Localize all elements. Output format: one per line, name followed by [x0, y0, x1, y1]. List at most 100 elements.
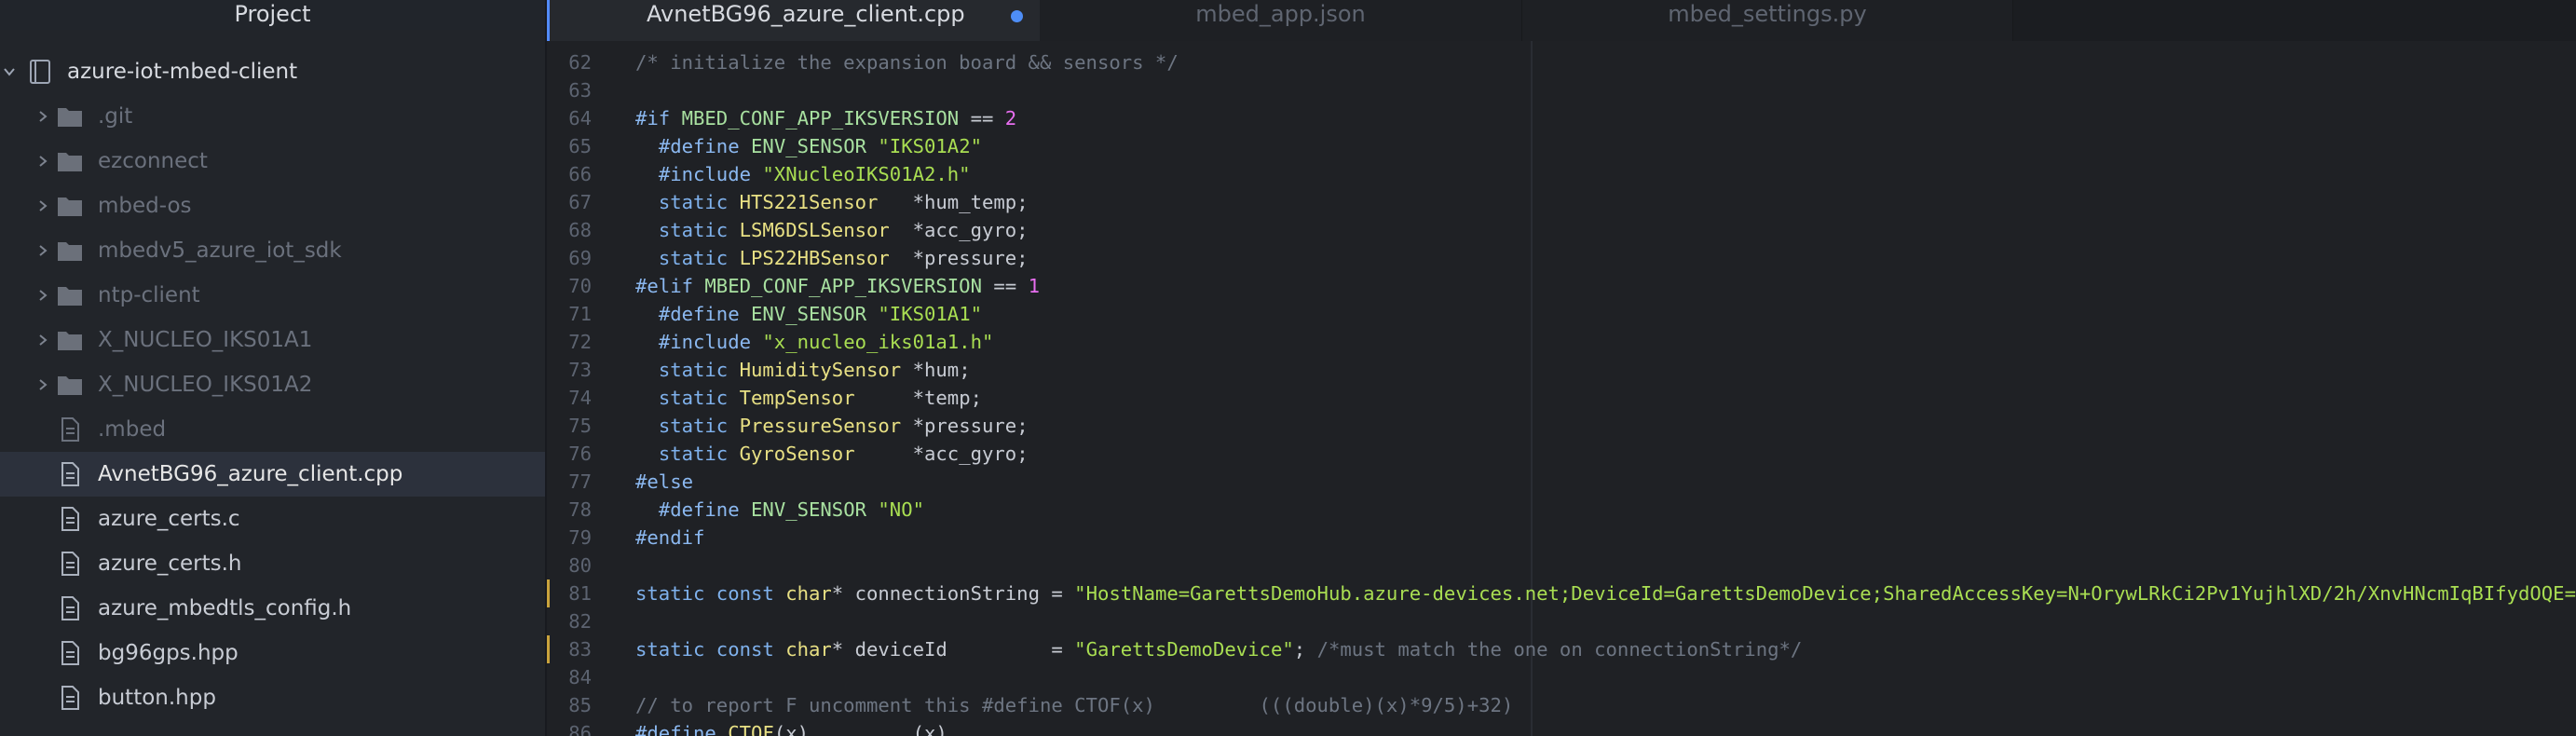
tree-folder[interactable]: mbed-os [0, 184, 545, 228]
code-text: /* initialize the expansion board && sen… [635, 48, 1179, 76]
code-line[interactable]: 71 #define ENV_SENSOR "IKS01A1" [547, 300, 2576, 328]
code-line[interactable]: 70 #elif MBED_CONF_APP_IKSVERSION == 1 [547, 272, 2576, 300]
tree-folder[interactable]: X_NUCLEO_IKS01A1 [0, 318, 545, 362]
code-line[interactable]: 78 #define ENV_SENSOR "NO" [547, 496, 2576, 524]
tree-file[interactable]: azure_mbedtls_config.h [0, 586, 545, 631]
tree-file[interactable]: .mbed [0, 407, 545, 452]
code-line[interactable]: 69 static LPS22HBSensor *pressure; [547, 244, 2576, 272]
code-token: PressureSensor [739, 415, 902, 437]
code-token: "GarettsDemoDevice" [1074, 638, 1294, 661]
code-line[interactable]: 75 static PressureSensor *pressure; [547, 412, 2576, 440]
tree-file[interactable]: bg96gps.hpp [0, 631, 545, 675]
code-text: static const char* connectionString = "H… [635, 579, 2576, 607]
code-token: 2 [1004, 107, 1017, 129]
chevron-right-icon [39, 200, 48, 211]
code-line[interactable]: 68 static LSM6DSLSensor *acc_gyro; [547, 216, 2576, 244]
code-line[interactable]: 76 static GyroSensor *acc_gyro; [547, 440, 2576, 468]
code-area[interactable]: 62 /* initialize the expansion board && s… [547, 48, 2576, 736]
code-line[interactable]: 86 #define CTOF(x) (x) [547, 719, 2576, 736]
tree-item-label: ezconnect [98, 149, 208, 173]
code-token: #define [658, 135, 752, 157]
line-number: 77 [568, 470, 592, 493]
code-text: #include "XNucleoIKS01A2.h" [635, 160, 971, 188]
tree-folder[interactable]: ntp-client [0, 273, 545, 318]
code-text: // to report F uncomment this #define CT… [635, 691, 1513, 719]
tree-item-label: mbedv5_azure_iot_sdk [98, 239, 342, 263]
code-line[interactable]: 73 static HumiditySensor *hum; [547, 356, 2576, 384]
code-line[interactable]: 84 [547, 663, 2576, 691]
code-line[interactable]: 83 static const char* deviceId = "Garetts… [547, 635, 2576, 663]
file-text-icon [61, 641, 79, 665]
tree-folder[interactable]: .git [0, 94, 545, 139]
tree-root-folder[interactable]: azure-iot-mbed-client [0, 49, 545, 94]
code-token: /* initialize the expansion board && sen… [635, 51, 1179, 74]
code-token: static [658, 415, 740, 437]
code-token: ENV_SENSOR [751, 303, 879, 325]
code-text: #if MBED_CONF_APP_IKSVERSION == 2 [635, 104, 1016, 132]
code-line[interactable]: 72 #include "x_nucleo_iks01a1.h" [547, 328, 2576, 356]
tree-file[interactable]: AvnetBG96_azure_client.cpp [0, 452, 545, 497]
code-line[interactable]: 81 static const char* connectionString = … [547, 579, 2576, 607]
tree-item-label: azure_mbedtls_config.h [98, 596, 352, 620]
code-line[interactable]: 66 #include "XNucleoIKS01A2.h" [547, 160, 2576, 188]
code-line[interactable]: 80 [547, 552, 2576, 579]
code-text: #else [635, 468, 693, 496]
tree-folder[interactable]: X_NUCLEO_IKS01A2 [0, 362, 545, 407]
sidebar-title: Project [0, 0, 545, 30]
line-number: 83 [568, 638, 592, 661]
line-number: 72 [568, 331, 592, 353]
code-token: *acc_gyro; [854, 443, 1029, 465]
tree-file[interactable]: azure_certs.h [0, 541, 545, 586]
tab-mbed-app-json[interactable]: mbed_app.json [1040, 0, 1522, 41]
code-token: static const [635, 582, 786, 605]
tab-avnetbg96-azure-client-cpp[interactable]: AvnetBG96_azure_client.cpp [547, 0, 1041, 41]
code-line[interactable]: 65 #define ENV_SENSOR "IKS01A2" [547, 132, 2576, 160]
code-token: static [658, 359, 740, 381]
code-token: #define [658, 498, 752, 521]
line-number: 78 [568, 498, 592, 521]
code-line[interactable]: 85 // to report F uncomment this #define … [547, 691, 2576, 719]
modified-dot-icon [1011, 10, 1023, 22]
code-token: #elif [635, 275, 705, 297]
code-text: static GyroSensor *acc_gyro; [635, 440, 1029, 468]
tree-folder[interactable]: ezconnect [0, 139, 545, 184]
code-line[interactable]: 64 #if MBED_CONF_APP_IKSVERSION == 2 [547, 104, 2576, 132]
chevron-right-icon [39, 290, 48, 301]
code-token: *temp; [854, 387, 982, 409]
line-number: 75 [568, 415, 592, 437]
tab-mbed-settings-py[interactable]: mbed_settings.py [1522, 0, 2013, 41]
folder-icon [58, 376, 82, 395]
code-line[interactable]: 62 /* initialize the expansion board && s… [547, 48, 2576, 76]
code-token: static [658, 443, 740, 465]
code-token: == [959, 107, 1005, 129]
code-line[interactable]: 63 [547, 76, 2576, 104]
tree-item-label: button.hpp [98, 686, 216, 710]
tree-file[interactable]: button.hpp [0, 675, 545, 720]
code-token: *acc_gyro; [889, 219, 1029, 241]
code-line[interactable]: 74 static TempSensor *temp; [547, 384, 2576, 412]
line-number: 85 [568, 694, 592, 716]
code-line[interactable]: 79 #endif [547, 524, 2576, 552]
tree-file[interactable]: azure_certs.c [0, 497, 545, 541]
code-token: static [658, 387, 740, 409]
code-token: HumiditySensor [739, 359, 902, 381]
line-number: 79 [568, 526, 592, 549]
code-text: static PressureSensor *pressure; [635, 412, 1029, 440]
code-line[interactable]: 67 static HTS221Sensor *hum_temp; [547, 188, 2576, 216]
code-text: #elif MBED_CONF_APP_IKSVERSION == 1 [635, 272, 1040, 300]
code-editor: AvnetBG96_azure_client.cpp mbed_app.json… [547, 0, 2576, 736]
code-text: #define ENV_SENSOR "IKS01A2" [635, 132, 982, 160]
code-line[interactable]: 77 #else [547, 468, 2576, 496]
code-line[interactable]: 82 [547, 607, 2576, 635]
tree-folder[interactable]: mbedv5_azure_iot_sdk [0, 228, 545, 273]
code-token: HTS221Sensor [739, 191, 879, 213]
code-token: * deviceId = [831, 638, 1075, 661]
line-number: 74 [568, 387, 592, 409]
tab-label: mbed_settings.py [1668, 1, 1867, 27]
